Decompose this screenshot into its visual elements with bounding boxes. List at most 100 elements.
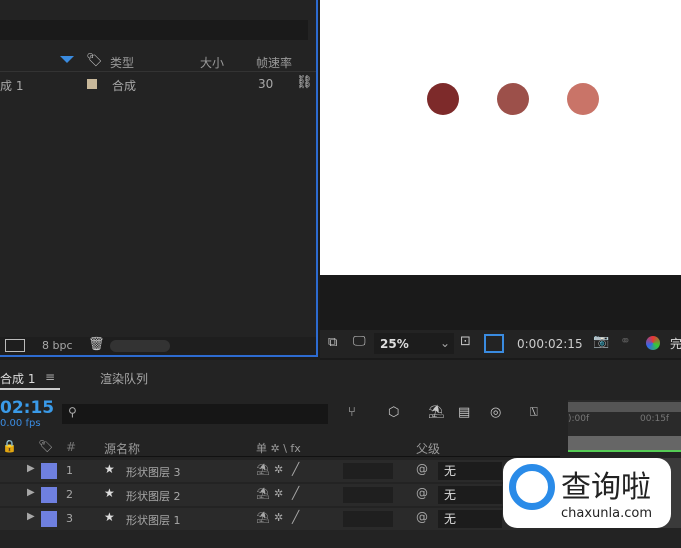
expand-arrow-icon[interactable]: ▶ [27,487,35,498]
project-footer: 8 bpc 🗑 [0,337,316,355]
watermark-logo-icon [509,464,555,510]
watermark-url: chaxunla.com [561,506,652,521]
tab-label: 合成 1 [0,372,36,386]
pickwhip-icon[interactable]: @ [416,486,428,500]
monitor-icon[interactable]: 🖵 [353,334,366,349]
parent-dropdown[interactable]: 无 [438,462,502,480]
col-fps[interactable]: 帧速率 [256,54,292,71]
parent-value: 无 [444,512,457,526]
transparency-grid-icon[interactable] [484,334,504,353]
flowchart-icon[interactable]: ⛓ [296,75,313,90]
circle-shape-1[interactable] [427,83,459,115]
col-type[interactable]: 类型 [110,54,134,71]
show-channel-icon[interactable]: ⚭ [620,334,631,349]
chevron-down-icon: ⌄ [440,336,451,350]
star-icon: ★ [104,462,115,476]
expand-arrow-icon[interactable]: ▶ [27,511,35,522]
render-bar [568,450,681,452]
watermark-text: 查询啦 [561,470,651,505]
quality-switch-icon[interactable]: ╱ [292,510,299,524]
playhead-bar[interactable] [568,436,681,450]
layer-row[interactable]: ▶ 2 ★ 形状图层 2 ⛱ ✲ ╱ @ 无 [0,484,560,506]
shy-switch-icon[interactable]: ⛱ [256,463,270,476]
project-item[interactable]: 成 1 合成 30 ⛓ [0,74,316,94]
tab-render-queue[interactable]: 渲染队列 [100,370,148,387]
layer-search-input[interactable]: ⚲ [62,404,328,424]
star-icon: ★ [104,486,115,500]
ruler-tick: ):00f [568,414,590,424]
search-icon: ⚲ [68,405,77,419]
bpc-button[interactable]: 8 bpc [42,339,73,352]
pickwhip-icon[interactable]: @ [416,462,428,476]
tab-comp-1[interactable]: 合成 1 ≡ [0,368,60,390]
motion-blur-icon[interactable]: ◎ [490,405,501,420]
switch-boxes[interactable] [343,463,393,479]
layer-number: 1 [66,464,73,477]
scrollbar[interactable] [110,340,170,352]
collapse-switch-icon[interactable]: ✲ [274,487,283,500]
circle-shape-3[interactable] [567,83,599,115]
circle-shape-2[interactable] [497,83,529,115]
label-tag-icon: 🏷 [86,53,103,68]
col-parent[interactable]: 父级 [416,440,440,457]
layer-name[interactable]: 形状图层 2 [126,488,181,504]
camera-icon[interactable]: 📷 [593,334,609,349]
expand-arrow-icon[interactable]: ▶ [27,463,35,474]
trash-icon[interactable]: 🗑 [88,337,105,352]
composition-viewer: ⧉ 🖵 25% ⌄ ⊡ 0:00:02:15 📷 ⚭ 完 [320,0,681,360]
switch-boxes[interactable] [343,511,393,527]
viewer-more-label[interactable]: 完 [670,335,681,352]
item-type: 合成 [112,79,137,93]
draft-3d-icon[interactable]: ⬡ [388,405,399,420]
collapse-switch-icon[interactable]: ✲ [274,511,283,524]
col-source-name[interactable]: 源名称 [104,440,140,457]
shy-switch-icon[interactable]: ⛱ [256,511,270,524]
region-of-interest-icon[interactable]: ⊡ [460,334,471,349]
watermark: 查询啦 chaxunla.com [503,458,671,528]
label-color[interactable] [41,511,57,527]
project-search[interactable] [0,20,308,40]
label-color[interactable] [41,463,57,479]
layer-row[interactable]: ▶ 1 ★ 形状图层 3 ⛱ ✲ ╱ @ 无 [0,460,560,482]
shy-switch-icon[interactable]: ⛱ [256,487,270,500]
layer-name[interactable]: 形状图层 1 [126,512,181,528]
sort-arrow-icon[interactable] [60,56,74,63]
timeline-timecode[interactable]: 02:15 [0,398,54,418]
switch-boxes[interactable] [343,487,393,503]
label-color[interactable] [41,487,57,503]
menu-icon[interactable]: ≡ [45,370,55,384]
interpret-footage-icon[interactable] [5,339,25,352]
graph-editor-icon[interactable]: ⍂ [530,405,538,420]
lock-icon[interactable]: 🔒 [2,439,17,453]
layers-icon[interactable]: ⧉ [328,335,337,350]
col-switches: 单 ✲ \ fx [256,442,301,455]
quality-switch-icon[interactable]: ╱ [292,462,299,476]
shy-layers-icon[interactable]: ⛱ [428,405,445,420]
viewer-timecode[interactable]: 0:00:02:15 [517,337,583,351]
layer-name[interactable]: 形状图层 3 [126,464,181,480]
work-area-bar[interactable] [568,402,681,412]
pickwhip-icon[interactable]: @ [416,510,428,524]
color-channel-icon[interactable] [646,336,660,350]
layer-row[interactable]: ▶ 3 ★ 形状图层 1 ⛱ ✲ ╱ @ 无 [0,508,560,530]
col-size[interactable]: 大小 [200,54,224,71]
quality-switch-icon[interactable]: ╱ [292,486,299,500]
timeline-fps: 0.00 fps [0,418,41,429]
zoom-dropdown[interactable]: 25% ⌄ [374,333,454,354]
frame-blending-icon[interactable]: ▤ [458,405,470,420]
item-name: 成 1 [0,79,24,93]
parent-dropdown[interactable]: 无 [438,510,502,528]
zoom-value: 25% [380,337,409,351]
collapse-switch-icon[interactable]: ✲ [274,463,283,476]
project-header: 🏷 类型 大小 帧速率 [0,52,316,72]
parent-value: 无 [444,488,457,502]
parent-dropdown[interactable]: 无 [438,486,502,504]
comp-flowchart-icon[interactable]: ⑂ [348,405,356,420]
label-swatch[interactable] [87,79,97,89]
label-tag-icon: 🏷 [38,439,54,453]
viewer-toolbar: ⧉ 🖵 25% ⌄ ⊡ 0:00:02:15 📷 ⚭ 完 [320,330,681,358]
composition-canvas[interactable] [320,0,681,275]
time-ruler[interactable]: ):00f 00:15f [568,400,681,452]
layer-number: 2 [66,488,73,501]
col-num: # [66,440,77,454]
